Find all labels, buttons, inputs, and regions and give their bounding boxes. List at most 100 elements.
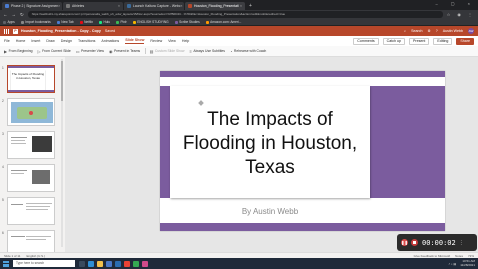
back-icon[interactable]: ← xyxy=(3,12,8,17)
thumbnail-row[interactable]: 5 xyxy=(2,197,55,225)
thumbnail-row[interactable]: 2 xyxy=(2,98,55,126)
tab-review[interactable]: Review xyxy=(150,39,162,43)
powerpoint-favicon-icon xyxy=(188,4,192,8)
forward-icon[interactable]: → xyxy=(12,12,17,17)
tab-help[interactable]: Help xyxy=(182,39,189,43)
pause-icon[interactable]: ❚❚ xyxy=(401,239,408,246)
slide-thumbnail[interactable] xyxy=(7,98,55,126)
slide-thumbnail[interactable] xyxy=(7,230,55,252)
present-in-teams-button[interactable]: ◉ Present in Teams xyxy=(109,49,140,54)
thumbnail-row[interactable]: 6 xyxy=(2,230,55,252)
stop-icon[interactable] xyxy=(411,239,418,246)
bookmark-item[interactable]: Apps xyxy=(3,20,15,24)
slide-thumbnail[interactable] xyxy=(7,164,55,192)
thumbnail-row[interactable]: 3 xyxy=(2,131,55,159)
zoom-level[interactable]: 72% xyxy=(468,254,474,258)
tab-home[interactable]: Home xyxy=(16,39,26,43)
tab-design[interactable]: Design xyxy=(61,39,72,43)
search-icon[interactable]: ⌕ xyxy=(404,29,406,33)
bookmark-item[interactable]: Hulu xyxy=(98,20,110,24)
slide-subtitle[interactable]: By Austin Webb xyxy=(170,207,370,216)
clock[interactable]: 10:51 AM 11/28/2021 xyxy=(460,259,475,267)
command-label: From Beginning xyxy=(8,49,33,53)
edge-icon[interactable] xyxy=(88,260,94,267)
close-icon[interactable]: × xyxy=(180,4,182,8)
slide-thumbnail[interactable] xyxy=(7,131,55,159)
avatar[interactable]: AW xyxy=(468,28,474,34)
store-icon[interactable] xyxy=(106,260,112,267)
slide-thumbnail[interactable]: The Impacts of Flooding in Houston, Texa… xyxy=(7,65,55,93)
browser-tab-active[interactable]: Houston_Flooding_Presentati × xyxy=(185,2,245,10)
file-explorer-icon[interactable] xyxy=(97,260,103,267)
bookmark-item[interactable]: Import bookmarks xyxy=(20,20,51,24)
rehearse-with-coach-button[interactable]: ◔ Rehearse with Coach xyxy=(230,49,266,54)
from-beginning-button[interactable]: ▶ From Beginning xyxy=(4,49,33,54)
task-view-icon[interactable] xyxy=(79,260,85,267)
always-use-subtitles-button[interactable]: ≡ Always Use Subtitles xyxy=(189,49,225,54)
slide-thumbnail[interactable] xyxy=(7,197,55,225)
close-icon[interactable]: × xyxy=(58,4,60,8)
feedback-link[interactable]: Give Feedback to Microsoft xyxy=(414,254,451,258)
bookmark-item[interactable]: Netflix xyxy=(79,20,93,24)
tab-transitions[interactable]: Transitions xyxy=(78,39,95,43)
presenter-view-button[interactable]: ▭ Presenter View xyxy=(76,49,104,54)
search-label[interactable]: Search xyxy=(411,29,422,33)
thumbnail-scrollbar[interactable] xyxy=(61,59,63,247)
present-button[interactable]: Present xyxy=(409,37,430,45)
windows-start-icon[interactable] xyxy=(3,260,9,267)
from-current-slide-button[interactable]: ▷ From Current Slide xyxy=(38,49,71,54)
bookmark-item[interactable]: New Tab xyxy=(56,20,74,24)
browser-tab[interactable]: Phase 2 | Signature Assignmen × xyxy=(2,2,62,10)
slide-bottom-band xyxy=(160,223,445,231)
thumbnail-row[interactable]: 4 xyxy=(2,164,55,192)
browser-tab[interactable]: Launch Kaltura Capture - Webc × xyxy=(124,2,184,10)
close-icon[interactable]: × xyxy=(118,4,120,8)
current-slide[interactable]: The Impacts of Flooding in Houston, Texa… xyxy=(160,71,445,231)
tab-draw[interactable]: Draw xyxy=(46,39,54,43)
user-name[interactable]: Austin Webb xyxy=(443,29,463,33)
tab-animations[interactable]: Animations xyxy=(101,39,119,43)
custom-slide-show-button[interactable]: ▤ Custom Slide Show xyxy=(150,49,185,54)
share-button[interactable]: Share xyxy=(456,37,474,45)
editing-mode-button[interactable]: Editing xyxy=(433,37,453,45)
reload-icon[interactable]: ↻ xyxy=(20,12,24,18)
bookmark-icon xyxy=(56,20,60,24)
system-tray[interactable]: ˄ ♪ ▤ 10:51 AM 11/28/2021 xyxy=(448,259,475,267)
window-controls[interactable]: – ▢ × xyxy=(435,1,476,6)
subtitles-icon: ≡ xyxy=(189,48,192,54)
bookmark-item[interactable]: Pixlr xyxy=(116,20,127,24)
notes-button[interactable]: Notes xyxy=(455,254,463,258)
tab-insert[interactable]: Insert xyxy=(31,39,40,43)
catch-up-button[interactable]: Catch up xyxy=(382,37,406,45)
tab-view[interactable]: View xyxy=(168,39,176,43)
tab-slide-show[interactable]: Slide Show xyxy=(125,38,145,44)
slide-title[interactable]: The Impacts of Flooding in Houston, Texa… xyxy=(170,108,370,180)
bookmark-item[interactable]: Amazon.com: Ameri... xyxy=(205,20,241,24)
thumbnail-row[interactable]: 1 The Impacts of Flooding in Houston, Te… xyxy=(2,65,55,93)
chrome-icon[interactable] xyxy=(124,260,130,267)
new-tab-icon[interactable]: + xyxy=(246,2,255,10)
settings-icon[interactable]: ⚙ xyxy=(427,29,430,33)
taskbar-search-input[interactable]: Type here to search xyxy=(13,260,75,267)
app-icon[interactable] xyxy=(142,260,148,267)
language-indicator[interactable]: English (U.S.) xyxy=(26,254,45,258)
bookmark-item[interactable]: ENGLISH STUDYING xyxy=(132,20,169,24)
comments-button[interactable]: Comments xyxy=(353,37,379,45)
folder-icon xyxy=(132,20,136,24)
document-title[interactable]: Houston_Flooding_Presentation - Copy - C… xyxy=(21,29,101,33)
browser-tab[interactable]: Athletes × xyxy=(63,2,123,10)
close-icon[interactable]: × xyxy=(240,4,242,8)
url-field[interactable]: https://webbu01-my.sharepoint.com/:p:/r/… xyxy=(27,11,443,18)
tab-file[interactable]: File xyxy=(4,39,10,43)
help-icon[interactable]: ? xyxy=(436,29,438,33)
mail-icon[interactable] xyxy=(115,260,121,267)
app-launcher-icon[interactable] xyxy=(4,28,9,34)
thumb-text-line xyxy=(11,140,25,141)
bookmark-item[interactable]: Scribe Studies xyxy=(174,20,200,24)
bookmark-label: Scribe Studies xyxy=(179,20,200,24)
tray-icons[interactable]: ˄ ♪ ▤ xyxy=(448,262,456,266)
scrollbar-thumb[interactable] xyxy=(61,61,63,101)
more-icon[interactable]: ⋮ xyxy=(459,240,464,246)
app-icon[interactable] xyxy=(133,260,139,267)
browser-menu-icon[interactable]: ☆ ◉ ⋮ xyxy=(447,12,475,17)
